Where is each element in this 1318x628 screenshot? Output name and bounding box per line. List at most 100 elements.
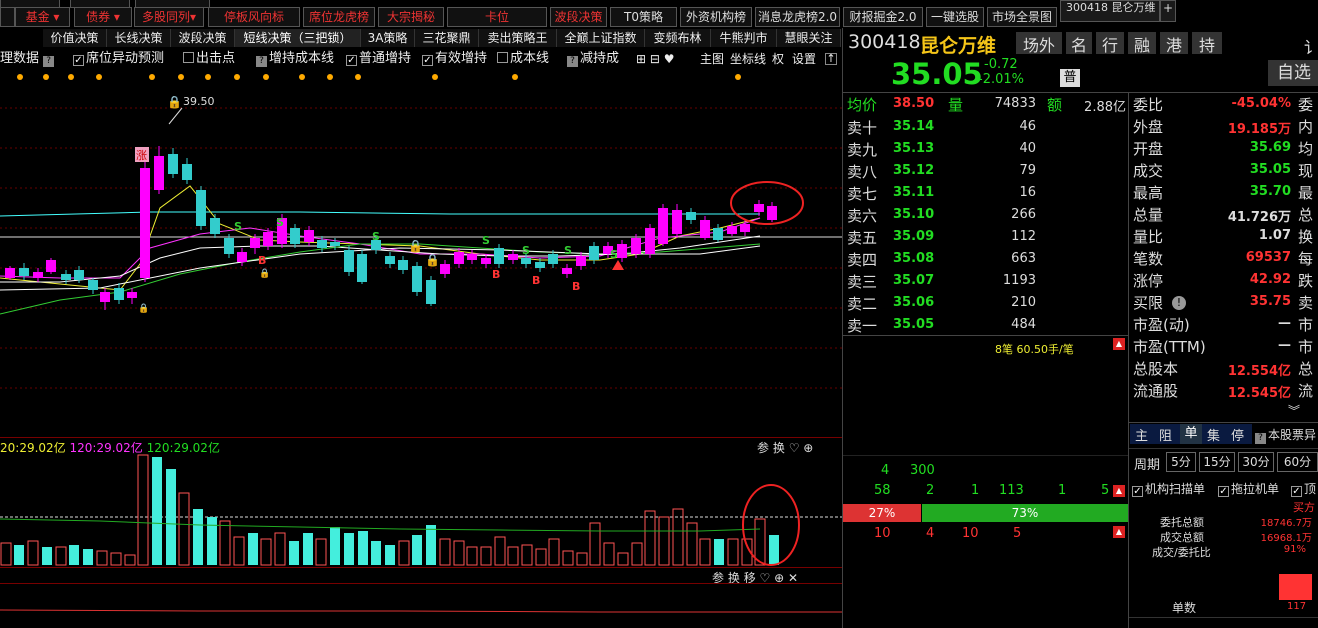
toolbar-market-view[interactable]: 市场全景图 [987, 7, 1057, 27]
scroll-up-icon[interactable]: ▲ [1113, 338, 1125, 350]
padlock-icon: 🔒 [425, 253, 440, 267]
option-attack-point[interactable]: 出击点 [183, 51, 235, 67]
tab-resist[interactable]: 阻 [1159, 425, 1172, 444]
toolbar-report[interactable]: 财报掘金2.0 [843, 7, 923, 27]
this-stock-option[interactable]: ? 本股票异 [1255, 426, 1316, 444]
option-normal-increase[interactable]: ✓ 普通增持 [346, 51, 411, 67]
add-watchlist-button[interactable]: 自选 [1268, 60, 1318, 86]
option-seat-predict[interactable]: ✓ 席位异动预测 [73, 51, 164, 67]
candle-body [88, 280, 98, 290]
candle-body [304, 230, 314, 242]
checkbox-icon[interactable]: ✓ [73, 55, 84, 66]
collapse-icon[interactable]: ↑ [825, 53, 837, 65]
tab-stop[interactable]: 停 [1231, 425, 1244, 444]
toolbar-position[interactable]: 卡位 [447, 7, 547, 27]
tab-focus[interactable]: 慧眼关注 [777, 29, 841, 47]
checkbox-icon[interactable] [183, 52, 194, 63]
toolbar-multi-stock[interactable]: 多股同列▾ [134, 7, 204, 27]
tab-order[interactable]: 单 [1180, 424, 1202, 444]
help-icon[interactable]: ? [567, 56, 578, 67]
scroll-up-icon[interactable]: ▲ [1113, 526, 1125, 538]
period-5m[interactable]: 5分 [1166, 452, 1196, 472]
ask-volume: 112 [1011, 229, 1036, 244]
tab-collect[interactable]: 集 [1207, 425, 1220, 444]
toolbar-swing[interactable]: 波段决策 [550, 7, 607, 27]
window-tab-title[interactable]: 300418 昆仑万维 [1060, 0, 1160, 22]
help-icon[interactable]: ? [43, 56, 55, 67]
help-icon[interactable]: ? [1255, 433, 1266, 444]
ask-price: 35.13 [893, 141, 935, 156]
tab-value[interactable]: 价值决策 [43, 29, 107, 47]
option-decrease[interactable]: ? 减持成 [567, 51, 633, 67]
toolbar-bond[interactable]: 债券 ▾ [74, 7, 132, 27]
tag-hk[interactable]: 港 [1160, 32, 1188, 55]
checkbox-icon[interactable]: ✓ [346, 55, 357, 66]
volume-bar [562, 550, 574, 566]
scan-top[interactable]: ✓ 顶 [1291, 480, 1318, 497]
checkbox-icon[interactable]: ✓ [1291, 486, 1302, 497]
zoom-out-icon[interactable]: ⊟ [650, 52, 660, 66]
expand-icon[interactable]: ︾ [1288, 402, 1300, 419]
candlestick-chart[interactable]: S SS SS S SBB B B🔒🔒🔒🔒🔒 39.50 涨 [0, 68, 842, 436]
option-increase-cost[interactable]: ? 增持成本线 [256, 51, 334, 67]
volume-chart[interactable] [0, 453, 842, 568]
favorite-icon[interactable]: ♥ [664, 52, 675, 66]
volume-bar [658, 516, 670, 566]
toolbar-block-trade[interactable]: 大宗揭秘 [378, 7, 444, 27]
period-15m[interactable]: 15分 [1199, 452, 1235, 472]
tag-name[interactable]: 名 [1066, 32, 1092, 55]
option-valid-increase[interactable]: ✓ 有效增持 [422, 51, 487, 67]
option-data[interactable]: 理数据 ? [0, 51, 56, 67]
tag-otc[interactable]: 场外 [1016, 32, 1062, 55]
buyer-label: 买方 [1293, 501, 1315, 514]
tab-sell-king[interactable]: 卖出策略王 [479, 29, 557, 47]
volume-bar [576, 552, 588, 566]
info-icon[interactable]: ! [1172, 296, 1186, 310]
rights-button[interactable]: 权 [772, 51, 784, 67]
tag-industry[interactable]: 行 [1096, 32, 1124, 55]
toolbar-fund[interactable]: 基金 ▾ [15, 7, 70, 27]
checkbox-icon[interactable] [497, 52, 508, 63]
tab-bull-bear[interactable]: 牛熊判市 [711, 29, 777, 47]
tab-long[interactable]: 长线决策 [107, 29, 171, 47]
zoom-controls[interactable]: ⊞ ⊟ ♥ [636, 51, 675, 67]
volume-bar [426, 525, 436, 565]
volume-bar [137, 454, 149, 566]
tab-swing[interactable]: 波段决策 [171, 29, 235, 47]
zoom-in-icon[interactable]: ⊞ [636, 52, 646, 66]
checkbox-icon[interactable]: ✓ [1132, 486, 1143, 497]
tab-sh-index[interactable]: 全巅上证指数 [557, 29, 645, 47]
tag-margin[interactable]: 融 [1128, 32, 1156, 55]
tab-three-flowers[interactable]: 三花聚鼎 [415, 29, 479, 47]
tab-boll[interactable]: 变频布林 [645, 29, 711, 47]
option-cost-line[interactable]: 成本线 [497, 51, 549, 67]
toolbar-limit-vane[interactable]: 停板风向标 [208, 7, 300, 27]
scroll-up-icon[interactable]: ▲ [1113, 485, 1125, 497]
toolbar-edge[interactable] [0, 7, 15, 27]
toolbar-foreign[interactable]: 外资机构榜 [680, 7, 752, 27]
tag-holding[interactable]: 持 [1192, 32, 1222, 55]
buy-ratio-bar: 73% [922, 504, 1128, 522]
scan-institution[interactable]: ✓ 机构扫描单 [1132, 480, 1205, 497]
tab-main[interactable]: 主 [1135, 425, 1148, 444]
toolbar-news-dragon[interactable]: 消息龙虎榜2.0 [755, 7, 840, 27]
main-figure-button[interactable]: 主图 [700, 51, 724, 67]
period-60m[interactable]: 60分 [1277, 452, 1318, 472]
toolbar-t0[interactable]: T0策略 [610, 7, 677, 27]
stat-label: 涨停 [1133, 272, 1164, 290]
scan-tractor[interactable]: ✓ 拖拉机单 [1218, 480, 1279, 497]
toolbar-seat-dragon[interactable]: 席位龙虎榜 [303, 7, 375, 27]
volume-bar [494, 536, 506, 566]
coord-line-button[interactable]: 坐标线 [730, 51, 766, 67]
toolbar-stock-pick[interactable]: 一键选股 [926, 7, 984, 27]
checkbox-icon[interactable]: ✓ [422, 55, 433, 66]
new-tab-button[interactable]: + [1160, 0, 1176, 22]
period-30m[interactable]: 30分 [1238, 452, 1274, 472]
help-icon[interactable]: ? [256, 56, 267, 67]
ask-volume: 16 [1019, 185, 1036, 200]
settings-button[interactable]: 设置 [792, 51, 816, 67]
tab-3a[interactable]: 3A策略 [361, 29, 415, 47]
checkbox-icon[interactable]: ✓ [1218, 486, 1229, 497]
stat-label-2: 均 [1298, 140, 1314, 158]
tab-short-three-locks[interactable]: 短线决策（三把锁） [235, 29, 361, 47]
